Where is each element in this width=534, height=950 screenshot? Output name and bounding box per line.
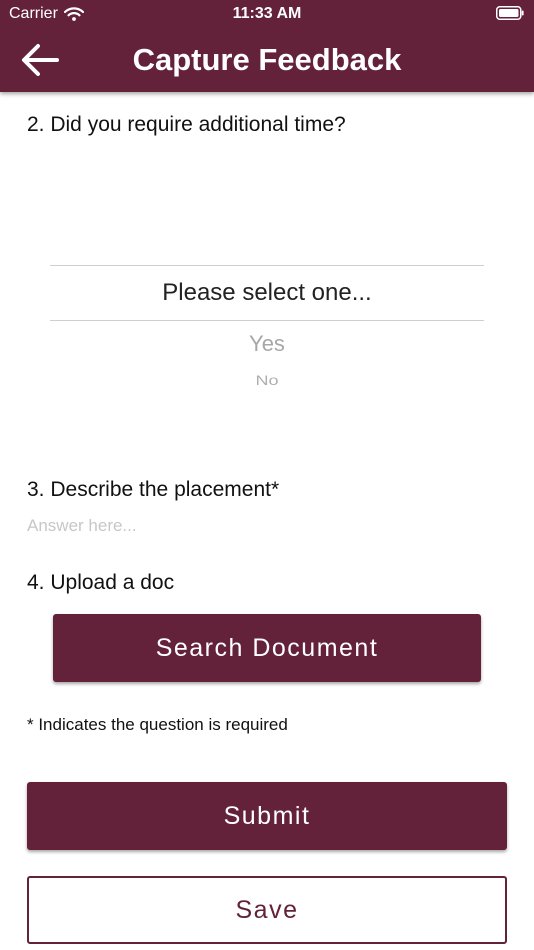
- battery-icon: [496, 6, 524, 20]
- picker-bottom-divider: [50, 320, 484, 321]
- additional-time-picker[interactable]: Please select one... Yes No: [50, 265, 484, 405]
- question-3-label: 3. Describe the placement*: [27, 478, 280, 501]
- page-title: Capture Feedback: [132, 42, 402, 77]
- placement-answer-input[interactable]: [27, 514, 507, 538]
- picker-selected-option[interactable]: Please select one...: [50, 279, 484, 307]
- app-header: Carrier 11:33 AM Capture Feedback: [0, 0, 534, 92]
- question-4-label: 4. Upload a doc: [27, 571, 175, 594]
- picker-option-no[interactable]: No: [50, 373, 484, 389]
- picker-option-yes[interactable]: Yes: [50, 331, 484, 357]
- navigation-bar: Capture Feedback: [0, 28, 534, 92]
- submit-button[interactable]: Submit: [27, 782, 507, 850]
- picker-top-divider: [50, 265, 484, 266]
- status-bar: Carrier 11:33 AM: [0, 0, 534, 28]
- status-time: 11:33 AM: [232, 5, 302, 22]
- question-2-label: 2. Did you require additional time?: [27, 113, 346, 136]
- save-button[interactable]: Save: [27, 876, 507, 944]
- required-note: * Indicates the question is required: [27, 715, 288, 734]
- search-document-button[interactable]: Search Document: [53, 614, 481, 682]
